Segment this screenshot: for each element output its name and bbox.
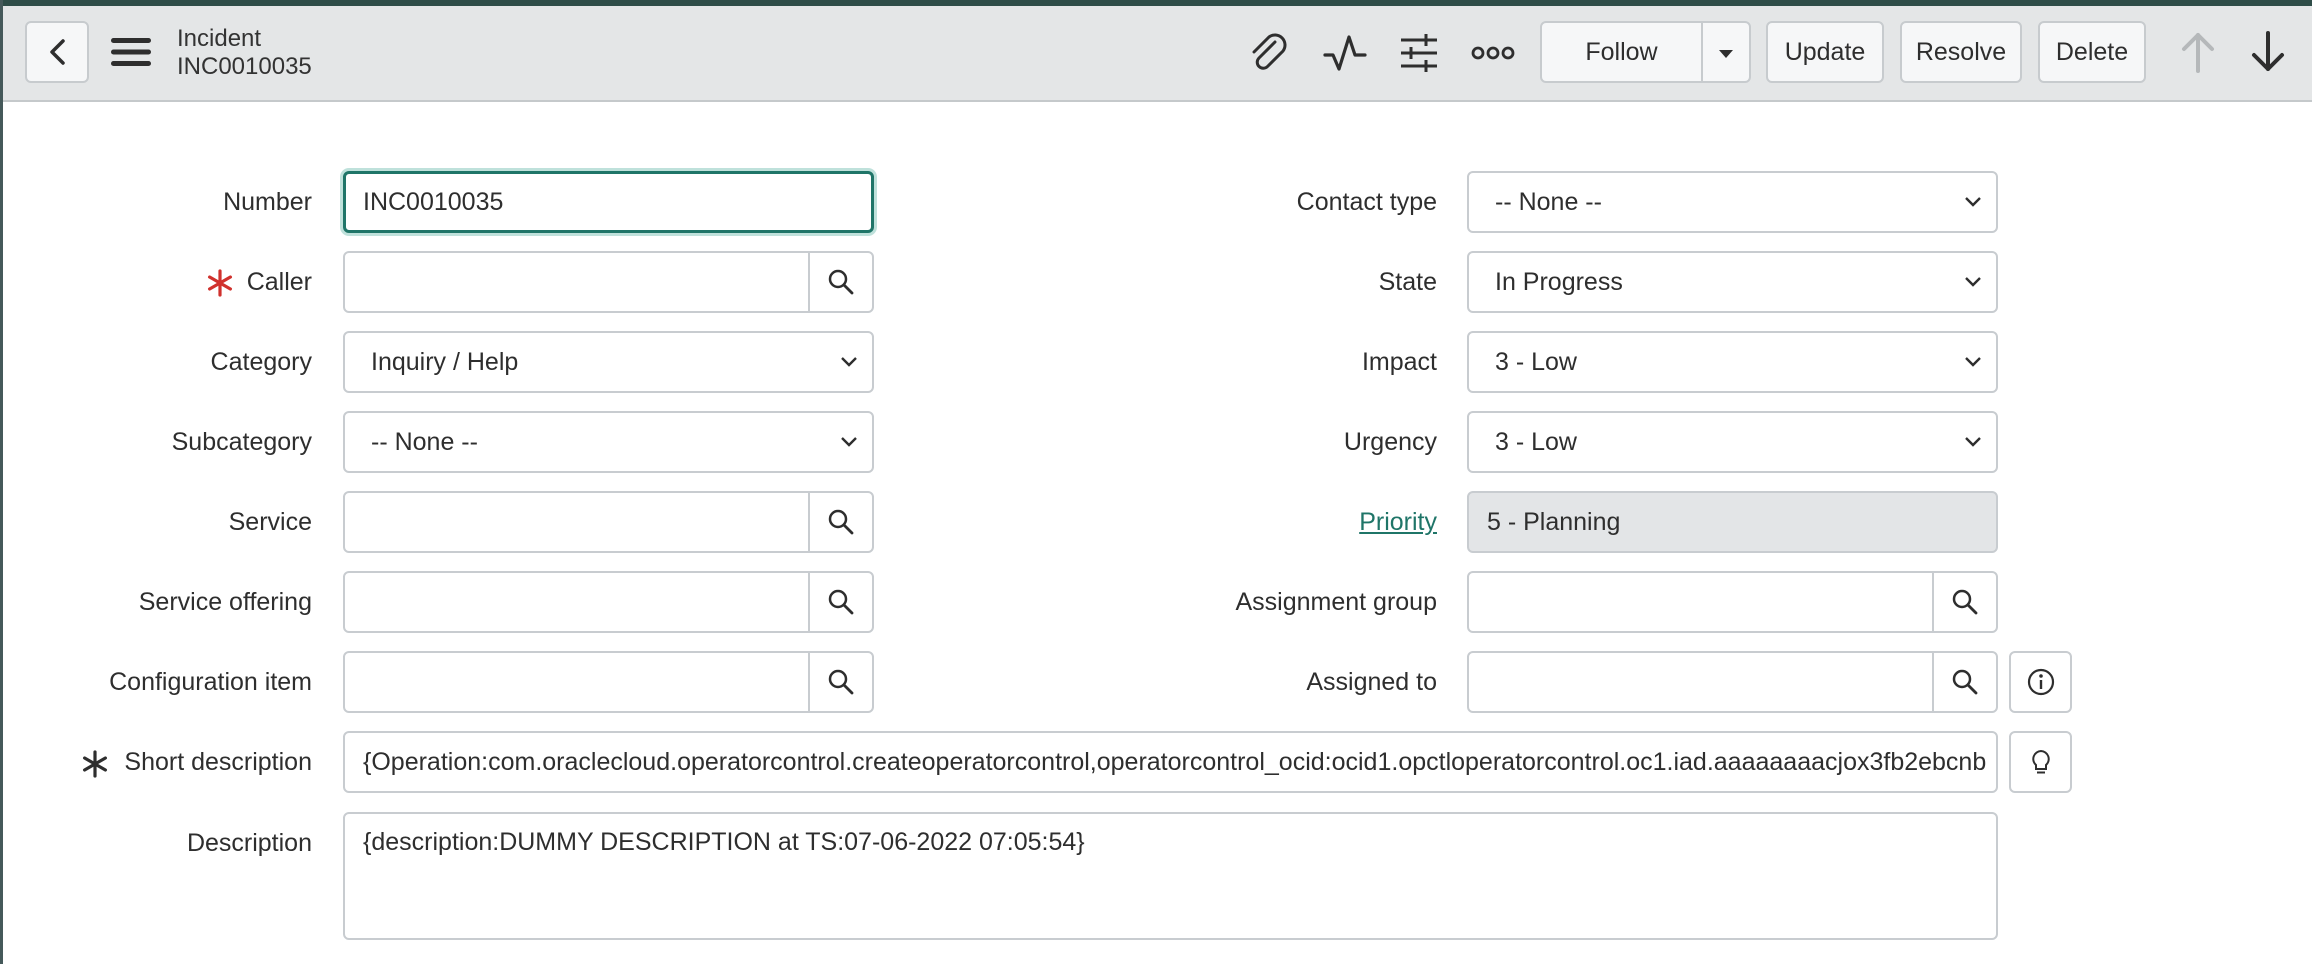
state-label: State — [1378, 268, 1437, 296]
paperclip-icon — [1252, 33, 1287, 70]
service-offering-lookup-button[interactable] — [808, 571, 874, 633]
number-input[interactable]: INC0010035 — [343, 171, 874, 233]
resolve-button[interactable]: Resolve — [1900, 21, 2022, 83]
record-number-title: INC0010035 — [177, 53, 312, 80]
magnifier-icon — [828, 589, 854, 615]
contact-type-label: Contact type — [1296, 188, 1437, 216]
follow-button[interactable]: Follow — [1540, 21, 1703, 83]
chevron-down-icon — [1965, 197, 1981, 207]
assignment-group-label: Assignment group — [1235, 588, 1437, 616]
state-select[interactable]: In Progress — [1467, 251, 1998, 313]
magnifier-icon — [1952, 589, 1978, 615]
description-textarea[interactable]: {description:DUMMY DESCRIPTION at TS:07-… — [343, 812, 1998, 940]
attachment-button[interactable] — [1243, 26, 1293, 80]
service-input[interactable] — [343, 491, 812, 553]
configuration-item-label: Configuration item — [109, 668, 312, 696]
chevron-down-icon — [841, 357, 857, 367]
priority-link[interactable]: Priority — [1359, 491, 1437, 553]
configuration-item-lookup-button[interactable] — [808, 651, 874, 713]
subcategory-value: -- None -- — [371, 428, 478, 456]
hamburger-menu-icon — [111, 38, 151, 66]
back-button[interactable] — [25, 21, 89, 83]
activity-stream-button[interactable] — [1319, 26, 1371, 80]
assignment-group-input[interactable] — [1467, 571, 1936, 633]
more-dots-icon — [1471, 46, 1515, 60]
assignment-group-lookup-button[interactable] — [1932, 571, 1998, 633]
service-offering-label: Service offering — [138, 588, 312, 616]
priority-readonly-field: 5 - Planning — [1467, 491, 1998, 553]
info-icon — [2027, 668, 2054, 696]
activity-pulse-icon — [1323, 35, 1367, 71]
subcategory-select[interactable]: -- None -- — [343, 411, 874, 473]
urgency-value: 3 - Low — [1495, 428, 1577, 456]
state-value: In Progress — [1495, 268, 1623, 296]
impact-value: 3 - Low — [1495, 348, 1577, 376]
configuration-item-input[interactable] — [343, 651, 812, 713]
assigned-to-input[interactable] — [1467, 651, 1936, 713]
chevron-down-icon — [1965, 357, 1981, 367]
form-title: Incident — [177, 25, 262, 52]
arrow-down-icon — [2252, 31, 2284, 71]
impact-select[interactable]: 3 - Low — [1467, 331, 1998, 393]
caret-down-icon — [1719, 50, 1733, 58]
delete-button[interactable]: Delete — [2038, 21, 2146, 83]
impact-label: Impact — [1361, 348, 1437, 376]
category-label: Category — [210, 348, 312, 376]
arrow-up-icon — [2182, 33, 2214, 73]
suggestion-button[interactable] — [2009, 731, 2072, 793]
lightbulb-icon — [2031, 749, 2050, 774]
category-select[interactable]: Inquiry / Help — [343, 331, 874, 393]
sliders-icon — [1401, 34, 1437, 72]
caller-label: Caller — [246, 268, 312, 296]
assigned-to-label: Assigned to — [1306, 668, 1437, 696]
caller-lookup-button[interactable] — [808, 251, 874, 313]
next-record-button[interactable] — [2243, 24, 2293, 80]
required-asterisk-icon — [207, 269, 232, 297]
left-edge-bar — [0, 0, 3, 964]
update-button[interactable]: Update — [1766, 21, 1884, 83]
chevron-down-icon — [841, 437, 857, 447]
chevron-down-icon — [1965, 437, 1981, 447]
previous-record-button[interactable] — [2173, 24, 2223, 80]
contact-type-value: -- None -- — [1495, 188, 1602, 216]
more-options-button[interactable] — [1467, 26, 1519, 80]
follow-dropdown-button[interactable] — [1701, 21, 1751, 83]
personalize-form-button[interactable] — [1393, 26, 1445, 80]
service-lookup-button[interactable] — [808, 491, 874, 553]
description-label: Description — [186, 829, 312, 857]
assigned-to-info-button[interactable] — [2009, 651, 2072, 713]
magnifier-icon — [1952, 669, 1978, 695]
hamburger-menu-button[interactable] — [109, 24, 153, 80]
caller-input[interactable] — [343, 251, 812, 313]
chevron-down-icon — [1965, 277, 1981, 287]
short-description-input[interactable]: {Operation:com.oraclecloud.operatorcontr… — [343, 731, 1998, 793]
magnifier-icon — [828, 509, 854, 535]
urgency-label: Urgency — [1343, 428, 1437, 456]
magnifier-icon — [828, 269, 854, 295]
assigned-to-lookup-button[interactable] — [1932, 651, 1998, 713]
mandatory-asterisk-icon — [82, 750, 107, 778]
form-header: Incident INC0010035 Follow Update Resolv… — [3, 6, 2312, 102]
urgency-select[interactable]: 3 - Low — [1467, 411, 1998, 473]
short-description-label: Short description — [124, 748, 312, 776]
chevron-left-icon — [50, 39, 65, 65]
magnifier-icon — [828, 669, 854, 695]
contact-type-select[interactable]: -- None -- — [1467, 171, 1998, 233]
category-value: Inquiry / Help — [371, 348, 519, 376]
service-label: Service — [228, 508, 312, 536]
service-offering-input[interactable] — [343, 571, 812, 633]
subcategory-label: Subcategory — [171, 428, 312, 456]
number-label: Number — [223, 188, 312, 216]
